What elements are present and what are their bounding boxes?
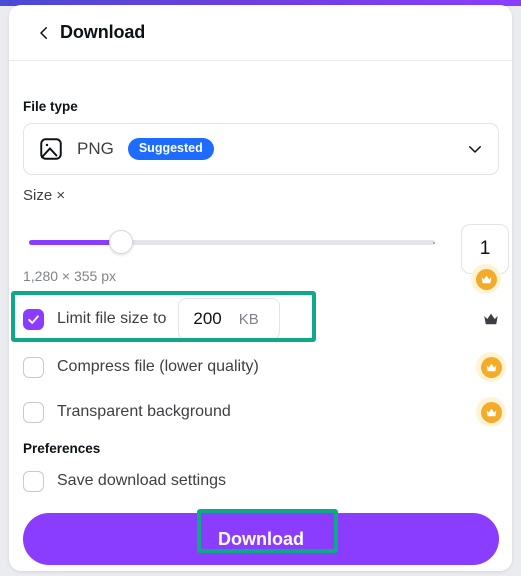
chevron-left-icon [40, 26, 47, 39]
file-size-limit-unit: KB [238, 310, 259, 328]
crown-glyph-icon [486, 363, 496, 371]
file-size-limit-input[interactable]: 200 KB [178, 298, 281, 340]
page-title: Download [60, 22, 146, 42]
option-row-save-download-settings: Save download settings [23, 465, 226, 497]
file-type-value: PNG [77, 139, 114, 158]
transparent-crown-badge[interactable] [476, 397, 506, 427]
file-size-limit-value: 200 [193, 309, 222, 328]
output-dimensions: 1,280 × 355 px [23, 268, 117, 284]
size-slider-max-tick [433, 241, 435, 244]
transparent-background-checkbox[interactable] [23, 401, 44, 423]
chevron-down-icon[interactable] [466, 140, 484, 158]
preferences-label: Preferences [23, 441, 101, 456]
size-slider-thumb[interactable] [109, 230, 133, 254]
limit-file-size-label: Limit file size to [57, 310, 167, 327]
compress-file-label: Compress file (lower quality) [57, 358, 259, 375]
size-slider-track[interactable] [29, 240, 435, 245]
panel-header: Download [9, 5, 512, 61]
save-download-settings-checkbox[interactable] [23, 470, 44, 492]
save-download-settings-label: Save download settings [57, 472, 226, 489]
download-panel: Download File type PNG Suggested Size × … [0, 0, 521, 576]
crown-icon [480, 356, 502, 378]
crown-icon [480, 401, 502, 423]
file-type-label: File type [23, 99, 78, 114]
option-row-transparent-background: Transparent background [23, 396, 231, 428]
size-label: Size × [23, 187, 66, 204]
file-type-section: PNG Suggested [23, 123, 499, 175]
download-card: Download File type PNG Suggested Size × … [9, 5, 512, 571]
back-button[interactable] [19, 16, 53, 50]
suggested-badge: Suggested [127, 138, 214, 160]
download-button[interactable]: Download [23, 513, 499, 565]
transparent-background-label: Transparent background [57, 403, 231, 420]
check-icon [28, 314, 39, 324]
option-row-limit-file-size: Limit file size to 200 KB [23, 298, 281, 340]
crown-plain-icon[interactable] [482, 310, 500, 328]
size-slider-row: 1 [23, 216, 509, 274]
compress-crown-badge[interactable] [476, 352, 506, 382]
image-file-icon [40, 138, 62, 160]
size-crown-badge[interactable] [471, 264, 501, 294]
compress-file-checkbox[interactable] [23, 356, 44, 378]
option-row-compress-file: Compress file (lower quality) [23, 351, 259, 383]
limit-file-size-checkbox[interactable] [23, 308, 44, 330]
crown-icon [475, 268, 497, 290]
crown-glyph-icon [486, 408, 496, 416]
file-type-select[interactable]: PNG Suggested [23, 123, 499, 175]
crown-glyph-icon [481, 275, 491, 283]
